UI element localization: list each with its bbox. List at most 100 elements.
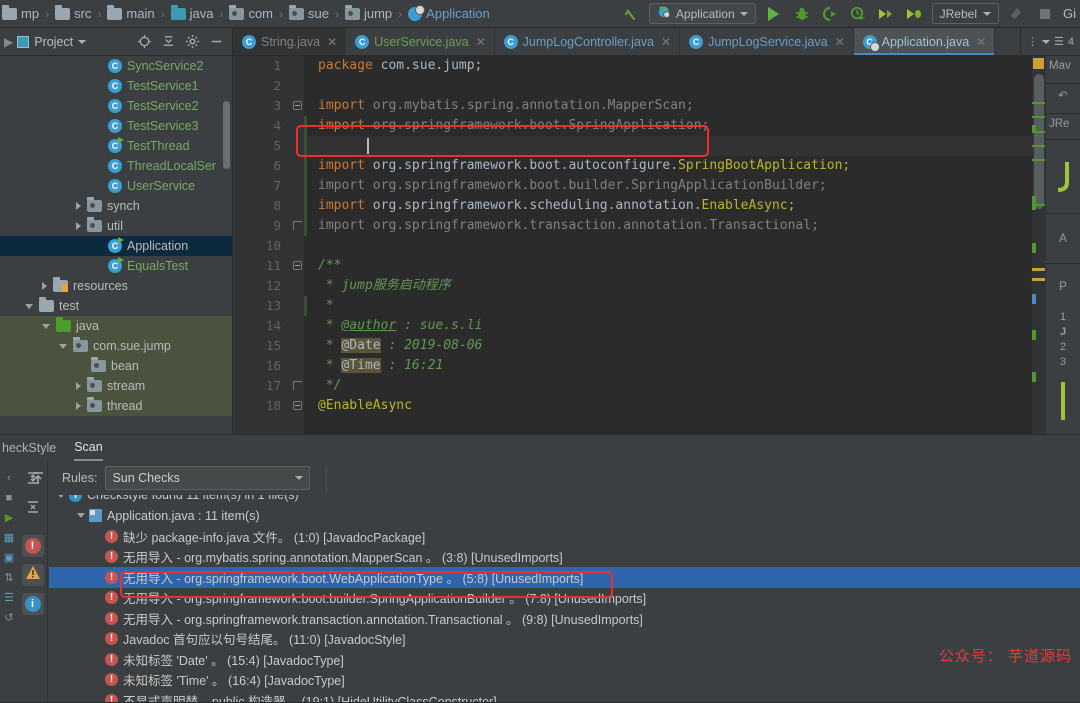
code-line[interactable] (304, 236, 1046, 256)
square-icon[interactable]: ■ (6, 493, 13, 504)
jrebel-debug-icon[interactable] (904, 4, 924, 24)
tab-UserService[interactable]: C UserService.java ✕ (346, 28, 495, 55)
palette-toolwindow-button[interactable]: P (1046, 264, 1080, 310)
chevron-down-icon[interactable] (59, 343, 67, 349)
result-row[interactable]: ! 无用导入 - org.springframework.transaction.… (49, 608, 1080, 629)
code-line[interactable]: import org.springframework.boot.builder.… (304, 176, 1046, 196)
collapse-all-icon[interactable] (156, 31, 180, 53)
revert-icon[interactable]: ↶ (1046, 84, 1080, 114)
jrebel-selector[interactable]: JRebel (931, 3, 999, 24)
rules-select[interactable]: Sun Checks (105, 466, 311, 490)
code-content[interactable]: package com.sue.jump; import org.mybatis.… (304, 56, 1046, 434)
code-line[interactable]: import org.springframework.scheduling.an… (304, 196, 1046, 216)
tree-node-stream[interactable]: stream (0, 376, 232, 396)
jrebel-run-icon[interactable] (876, 4, 896, 24)
code-line[interactable]: import org.mybatis.spring.annotation.Map… (304, 96, 1046, 116)
ant-toolwindow-button[interactable]: A (1046, 214, 1080, 264)
breadcrumb-item-jump[interactable]: jump (344, 4, 392, 21)
tree-node-TestService2[interactable]: C TestService2 (0, 96, 232, 116)
chevron-down-icon[interactable] (25, 303, 33, 309)
chevron-right-icon[interactable] (76, 382, 81, 390)
code-line[interactable]: package com.sue.jump; (304, 56, 1046, 76)
info-filter-button[interactable]: i (21, 593, 44, 615)
tree-node-EqualsTest[interactable]: C EqualsTest (0, 256, 232, 276)
tab-Application[interactable]: C Application.java ✕ (853, 28, 996, 55)
locate-icon[interactable] (132, 31, 156, 53)
code-line[interactable]: * (304, 296, 1046, 316)
right-panel-item[interactable]: 1 (1046, 310, 1080, 325)
code-line[interactable]: /** (304, 256, 1046, 276)
code-line[interactable]: import org.springframework.boot.WebAppli… (304, 136, 1046, 156)
overview-ruler[interactable] (1032, 56, 1046, 434)
profiler-icon[interactable] (848, 4, 868, 24)
breadcrumb-item-main[interactable]: main (107, 4, 155, 21)
breadcrumb-item-sue[interactable]: sue (289, 4, 329, 21)
collapse-all-icon[interactable] (21, 496, 45, 518)
code-line[interactable] (304, 76, 1046, 96)
close-icon[interactable]: ✕ (476, 35, 486, 49)
result-row[interactable]: i Checkstyle found 11 item(s) in 1 file(s… (49, 495, 1080, 506)
tree-node-synch[interactable]: synch (0, 196, 232, 216)
bug-icon[interactable] (792, 4, 812, 24)
tree-node-TestService3[interactable]: C TestService3 (0, 116, 232, 136)
tree-node-SyncService2[interactable]: C SyncService2 (0, 56, 232, 76)
fold-end-icon[interactable] (293, 381, 302, 390)
result-row[interactable]: ! 无用导入 - org.springframework.boot.WebAppl… (49, 567, 1080, 588)
gear-icon[interactable] (180, 31, 204, 53)
close-icon[interactable]: ✕ (976, 35, 986, 49)
coverage-icon[interactable] (820, 4, 840, 24)
result-row[interactable]: ! 未知标签 'Time' 。 (16:4) [JavadocType] (49, 670, 1080, 691)
breadcrumb-item-java[interactable]: java (170, 4, 213, 21)
tab-JumpLogService[interactable]: C JumpLogService.java ✕ (680, 28, 854, 55)
result-row[interactable]: Application.java : 11 item(s) (49, 506, 1080, 527)
result-row[interactable]: ! 未知标签 'Date' 。 (15:4) [JavadocType] (49, 649, 1080, 670)
chevron-right-icon[interactable] (76, 202, 81, 210)
result-row[interactable]: ! 无用导入 - org.mybatis.spring.annotation.Ma… (49, 547, 1080, 568)
tab-JumpLogController[interactable]: C JumpLogController.java ✕ (495, 28, 681, 55)
minimize-icon[interactable] (204, 31, 228, 53)
run-configuration-selector[interactable]: Application (648, 3, 756, 24)
folding-gutter[interactable] (290, 56, 304, 434)
tree-node-bean[interactable]: bean (0, 356, 232, 376)
tab-String[interactable]: C String.java ✕ (233, 28, 347, 55)
code-line[interactable]: * @author : sue.s.li (304, 316, 1046, 336)
results-scrollbar[interactable] (1072, 495, 1080, 703)
right-panel-item[interactable]: J (1046, 325, 1080, 340)
right-panel-item[interactable]: 3 (1046, 355, 1080, 370)
code-line[interactable]: import org.springframework.boot.SpringAp… (304, 116, 1046, 136)
run-triangle-icon[interactable] (764, 4, 784, 24)
tree-node-util[interactable]: util (0, 216, 232, 236)
tree-node-TestThread[interactable]: C TestThread (0, 136, 232, 156)
tree-node-test[interactable]: test (0, 296, 232, 316)
chevron-down-icon[interactable] (57, 495, 65, 498)
right-panel-item[interactable]: 2 (1046, 340, 1080, 355)
project-toolwindow-title[interactable]: Project (17, 35, 87, 49)
fold-end-icon[interactable] (293, 221, 302, 230)
chevron-right-icon[interactable] (76, 222, 81, 230)
list-icon[interactable]: ☰ (4, 593, 14, 604)
close-icon[interactable]: ✕ (327, 35, 337, 49)
close-icon[interactable]: ✕ (835, 35, 845, 49)
tree-node-Application[interactable]: C Application (0, 236, 232, 256)
tree-node-resources[interactable]: resources (0, 276, 232, 296)
checkstyle-results-tree[interactable]: i Checkstyle found 11 item(s) in 1 file(s… (49, 495, 1080, 703)
tree-node-TestService1[interactable]: C TestService1 (0, 76, 232, 96)
code-line[interactable]: import org.springframework.transaction.a… (304, 216, 1046, 236)
close-icon[interactable]: ✕ (661, 35, 671, 49)
error-filter-button[interactable]: ! (21, 535, 44, 557)
jrebel-panel-label[interactable]: JRe (1046, 114, 1080, 140)
stop-icon[interactable] (1035, 4, 1055, 24)
code-line[interactable]: import org.springframework.boot.autoconf… (304, 156, 1046, 176)
grid-icon[interactable]: ▦ (4, 533, 14, 544)
breadcrumb-item-mp[interactable]: mp (2, 4, 39, 21)
inspection-status-icon[interactable] (1033, 58, 1044, 69)
result-row[interactable]: ! 无用导入 - org.springframework.boot.builder… (49, 588, 1080, 609)
tree-node-com-sue-jump[interactable]: com.sue.jump (0, 336, 232, 356)
tab-overflow[interactable]: ⋮ ☰ 4 (1020, 28, 1080, 55)
breadcrumb-item-src[interactable]: src (55, 4, 91, 21)
fold-start-icon[interactable] (293, 261, 302, 270)
tree-node-UserService[interactable]: C UserService (0, 176, 232, 196)
chevron-right-icon[interactable] (42, 282, 47, 290)
project-tree[interactable]: C SyncService2 C TestService1 C TestService2 C… (0, 56, 233, 434)
bottom-tab-heckstyle[interactable]: heckStyle (2, 435, 56, 461)
